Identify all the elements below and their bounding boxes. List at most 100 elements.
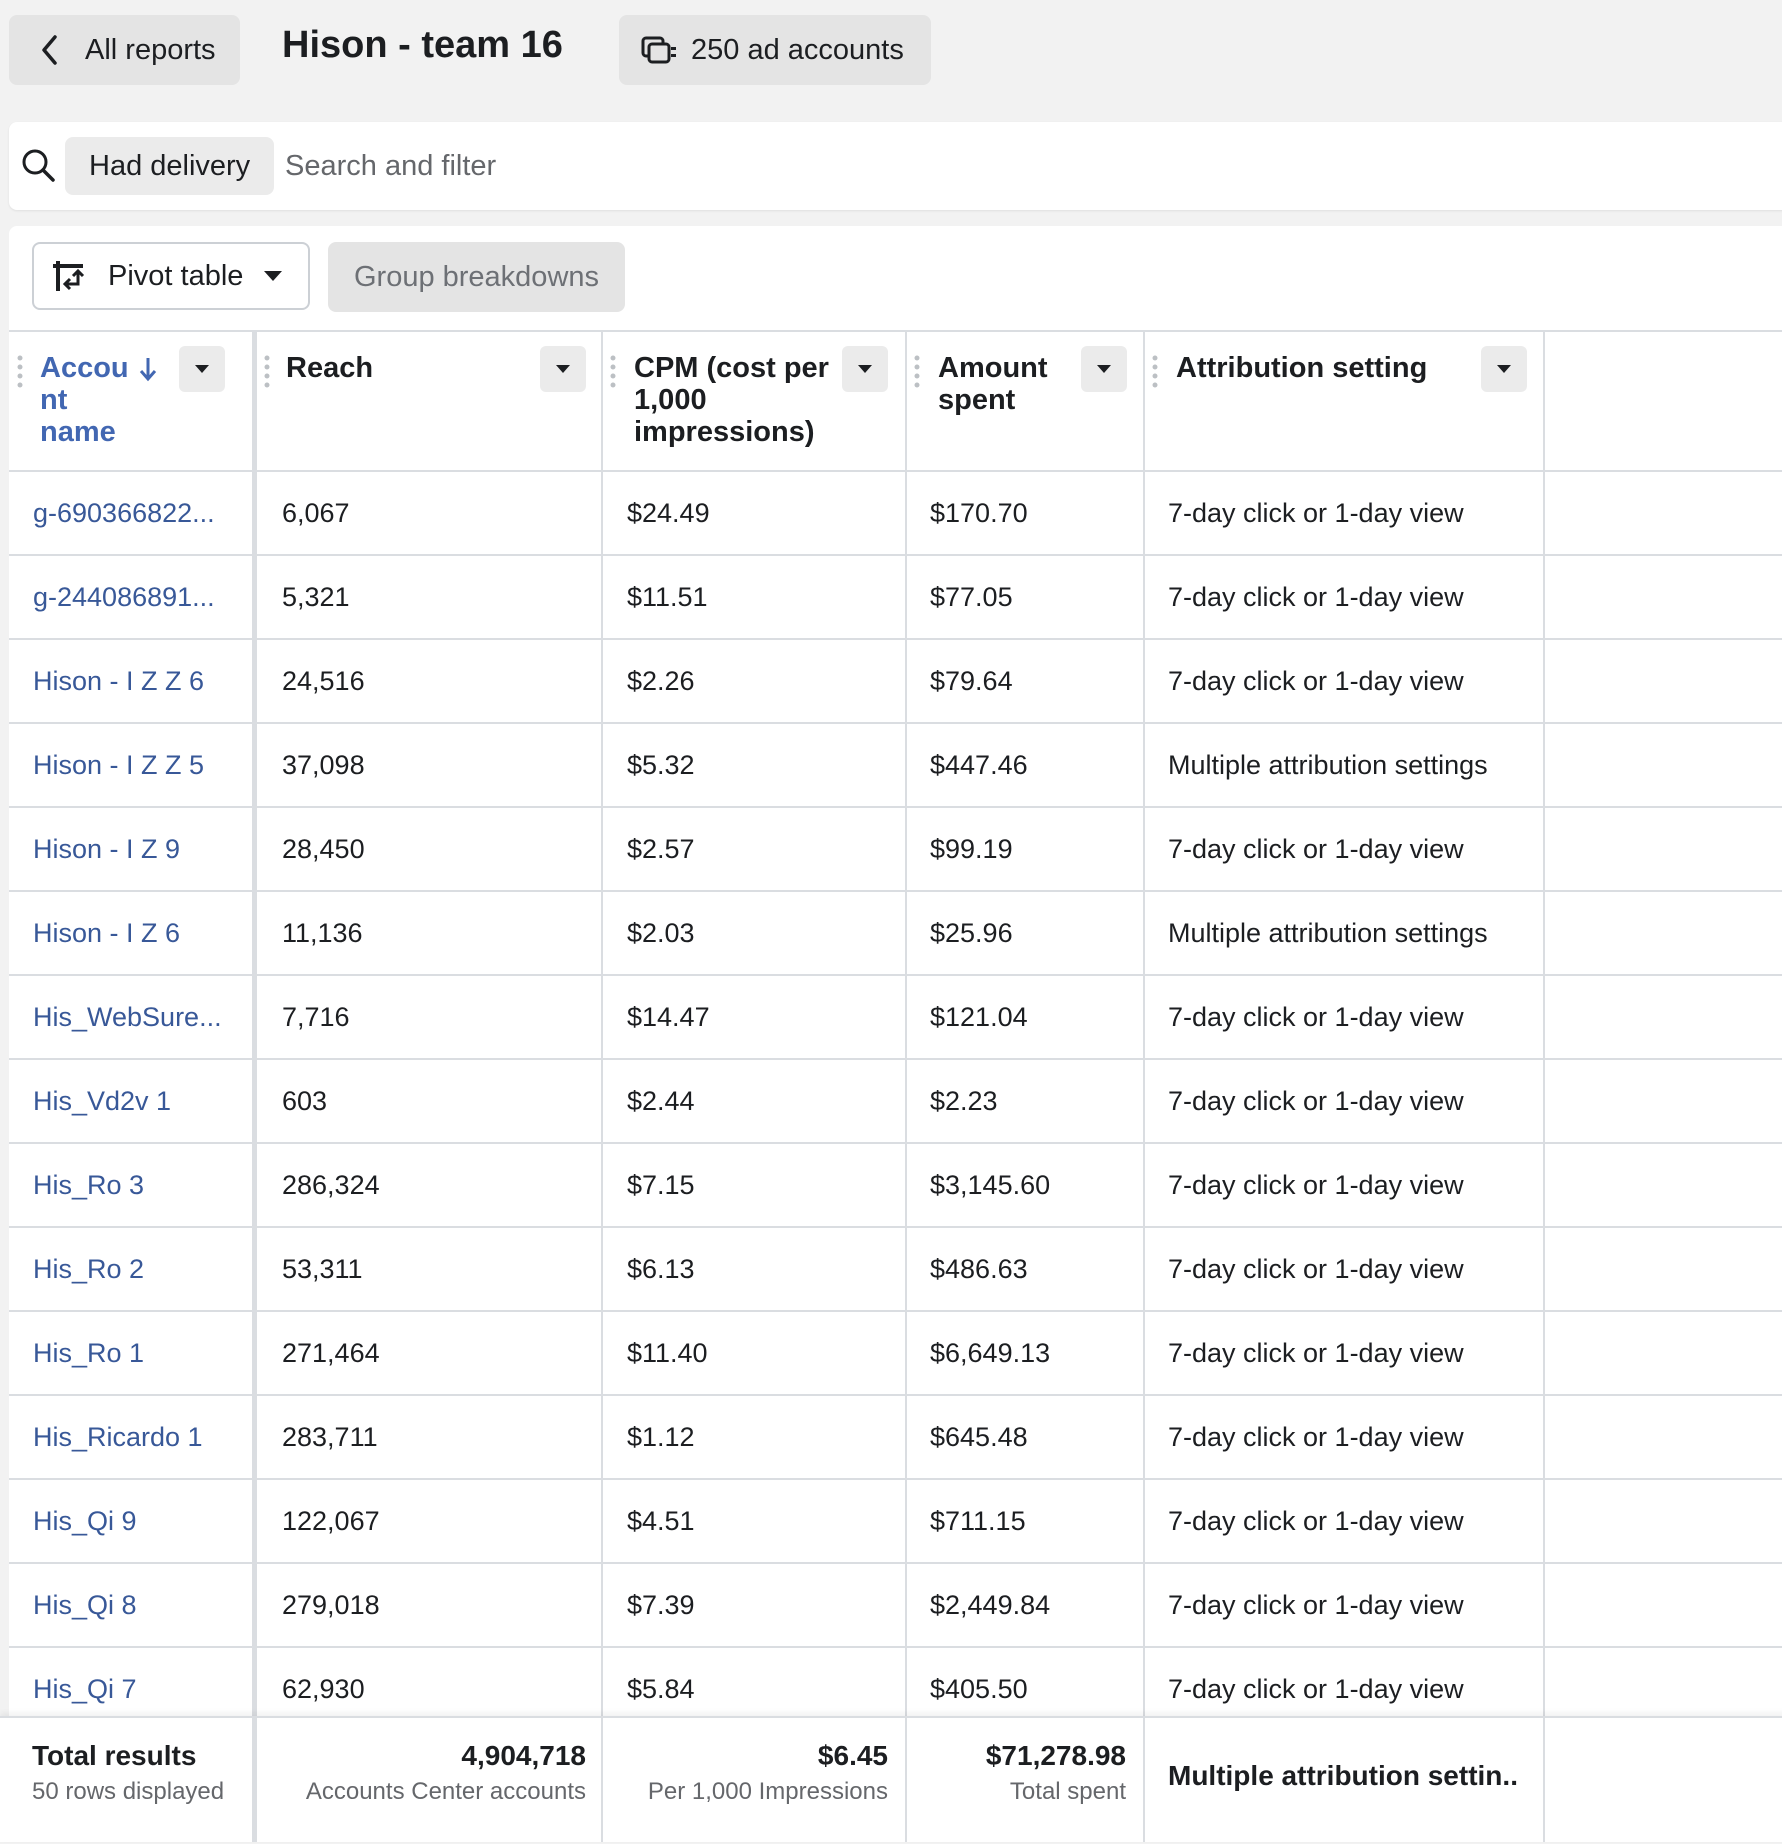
reach-cell: 6,067: [282, 498, 350, 528]
drag-handle-icon[interactable]: [610, 354, 616, 388]
account-name-link[interactable]: His_Vd2v 1: [33, 1060, 238, 1142]
column-header-amount-spent[interactable]: Amount spent: [906, 332, 1144, 472]
column-menu-button[interactable]: [1481, 346, 1527, 392]
had-delivery-filter-chip[interactable]: Had delivery: [65, 137, 275, 195]
account-name-link[interactable]: His_Qi 8: [33, 1564, 238, 1646]
column-title: Amount spent: [938, 352, 1048, 416]
report-panel: Pivot table Group breakdowns Accou nt na…: [9, 226, 1782, 1842]
sort-descending-icon[interactable]: [139, 356, 157, 382]
column-divider: [1143, 330, 1145, 1820]
column-header-reach[interactable]: Reach: [256, 332, 602, 472]
column-header-cpm[interactable]: CPM (cost per 1,000 impressions): [602, 332, 906, 472]
all-reports-button[interactable]: All reports: [9, 15, 240, 85]
account-name-link[interactable]: His_WebSure...: [33, 976, 238, 1058]
reach-cell: 5,321: [282, 582, 350, 612]
total-spent-subtitle: Total spent: [1009, 1778, 1126, 1805]
cpm-cell: $2.26: [627, 666, 695, 696]
table-row: His_Vd2v 1 603 $2.44 $2.23 7-day click or 1-…: [9, 1060, 1782, 1144]
account-name-link[interactable]: His_Qi 9: [33, 1480, 238, 1562]
ad-accounts-icon: [641, 36, 676, 64]
attribution-cell: 7-day click or 1-day view: [1168, 1170, 1464, 1200]
reach-cell: 7,716: [282, 1002, 350, 1032]
account-name-link[interactable]: g-244086891...: [33, 556, 238, 638]
drag-handle-icon[interactable]: [914, 354, 920, 388]
totals-row: Total results 50 rows displayed 4,904,71…: [0, 1716, 1782, 1842]
column-divider: [1543, 1718, 1545, 1842]
account-name-link[interactable]: His_Ricardo 1: [33, 1396, 238, 1478]
cpm-cell: $4.51: [627, 1506, 695, 1536]
drag-handle-icon[interactable]: [17, 354, 23, 388]
account-name-link[interactable]: Hison - I Z Z 5: [33, 724, 238, 806]
table-row: His_Ricardo 1 283,711 $1.12 $645.48 7-day cl…: [9, 1396, 1782, 1480]
reach-cell: 603: [282, 1086, 328, 1116]
column-menu-button[interactable]: [842, 346, 888, 392]
total-attribution-cell: Multiple attribution settin...: [1144, 1718, 1544, 1842]
column-divider: [252, 330, 257, 1820]
account-name-link[interactable]: Hison - I Z Z 6: [33, 640, 238, 722]
cpm-cell: $7.39: [627, 1590, 695, 1620]
column-title: Accou nt name: [40, 352, 129, 448]
attribution-cell: Multiple attribution settings: [1168, 750, 1488, 780]
account-name-link[interactable]: His_Ro 1: [33, 1312, 238, 1394]
drag-handle-icon[interactable]: [1152, 354, 1158, 388]
amount-spent-cell: $99.19: [930, 834, 1013, 864]
total-reach-subtitle: Accounts Center accounts: [305, 1778, 586, 1805]
ad-accounts-button[interactable]: 250 ad accounts: [619, 15, 931, 85]
caret-down-icon: [556, 365, 570, 373]
pivot-table-dropdown[interactable]: Pivot table: [32, 242, 310, 310]
pivot-table-label: Pivot table: [108, 259, 244, 292]
attribution-cell: 7-day click or 1-day view: [1168, 1338, 1464, 1368]
account-name-link[interactable]: His_Ro 2: [33, 1228, 238, 1310]
column-menu-button[interactable]: [1081, 346, 1127, 392]
amount-spent-cell: $2,449.84: [930, 1590, 1051, 1620]
pivot-icon: [53, 261, 85, 291]
table-row: g-690366822... 6,067 $24.49 $170.70 7-day cl…: [9, 472, 1782, 556]
amount-spent-cell: $25.96: [930, 918, 1013, 948]
column-menu-button[interactable]: [179, 346, 225, 392]
drag-handle-icon[interactable]: [264, 354, 270, 388]
amount-spent-cell: $447.46: [930, 750, 1028, 780]
total-spent-value: $71,278.98: [985, 1740, 1126, 1771]
chevron-left-icon: [42, 35, 57, 65]
attribution-cell: Multiple attribution settings: [1168, 918, 1488, 948]
attribution-cell: 7-day click or 1-day view: [1168, 1086, 1464, 1116]
cpm-cell: $7.15: [627, 1170, 695, 1200]
reach-cell: 11,136: [282, 918, 363, 948]
amount-spent-cell: $170.70: [930, 498, 1028, 528]
cpm-cell: $1.12: [627, 1422, 695, 1452]
table-row: g-244086891... 5,321 $11.51 $77.05 7-day cli…: [9, 556, 1782, 640]
caret-down-icon: [1497, 365, 1511, 373]
amount-spent-cell: $79.64: [930, 666, 1013, 696]
reach-cell: 122,067: [282, 1506, 380, 1536]
cpm-cell: $6.13: [627, 1254, 695, 1284]
account-name-link[interactable]: Hison - I Z 9: [33, 808, 238, 890]
amount-spent-cell: $6,649.13: [930, 1338, 1051, 1368]
cpm-cell: $2.44: [627, 1086, 695, 1116]
group-breakdowns-button[interactable]: Group breakdowns: [328, 242, 625, 312]
total-cpm-value: $6.45: [817, 1740, 888, 1771]
amount-spent-cell: $645.48: [930, 1422, 1028, 1452]
account-name-link[interactable]: Hison - I Z 6: [33, 892, 238, 974]
account-name-link[interactable]: g-690366822...: [33, 472, 238, 554]
totals-label-cell: Total results 50 rows displayed: [9, 1718, 252, 1842]
column-header-account-name[interactable]: Accou nt name: [9, 332, 254, 472]
total-cpm-subtitle: Per 1,000 Impressions: [647, 1778, 888, 1805]
caret-down-icon: [195, 365, 209, 373]
attribution-cell: 7-day click or 1-day view: [1168, 1506, 1464, 1536]
amount-spent-cell: $486.63: [930, 1254, 1028, 1284]
column-header-attribution-setting[interactable]: Attribution setting: [1144, 332, 1544, 472]
search-bar: Had delivery: [9, 122, 1782, 210]
report-title: Hison - team 16: [282, 24, 563, 66]
column-menu-button[interactable]: [540, 346, 586, 392]
caret-down-icon: [264, 271, 283, 281]
attribution-cell: 7-day click or 1-day view: [1168, 582, 1464, 612]
reach-cell: 283,711: [282, 1422, 378, 1452]
account-name-link[interactable]: His_Ro 3: [33, 1144, 238, 1226]
total-reach-value: 4,904,718: [461, 1740, 586, 1771]
cpm-cell: $2.57: [627, 834, 695, 864]
reach-cell: 37,098: [282, 750, 365, 780]
table-header: Accou nt name Reach CPM (cost per 1,000 …: [9, 330, 1782, 472]
table-row: His_Ro 1 271,464 $11.40 $6,649.13 7-day clic…: [9, 1312, 1782, 1396]
search-input[interactable]: [285, 122, 1185, 210]
total-cpm-cell: $6.45 Per 1,000 Impressions: [602, 1718, 906, 1842]
